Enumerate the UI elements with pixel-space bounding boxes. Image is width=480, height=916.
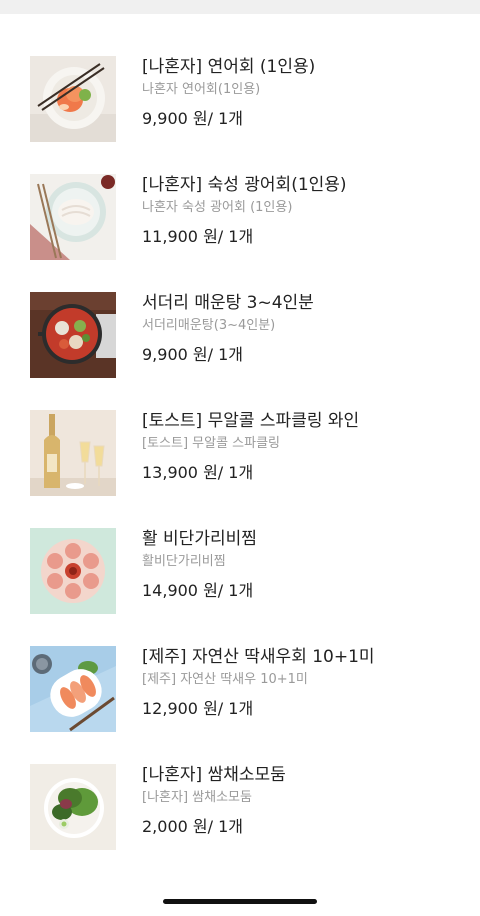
lettuce-wrap-thumbnail xyxy=(30,764,116,850)
item-name: [나혼자] 연어회 (1인용) xyxy=(142,57,316,77)
item-quantity: / 1개 xyxy=(217,581,254,600)
item-price-row: 9,900 원/ 1개 xyxy=(142,344,462,366)
item-quantity: / 1개 xyxy=(217,227,254,246)
spicy-fish-stew-image xyxy=(30,292,116,378)
item-name: [제주] 자연산 딱새우회 10+1미 xyxy=(142,647,375,667)
list-item[interactable]: [나혼자] 숙성 광어회(1인용) 나혼자 숙성 광어회 (1인용) 11,90… xyxy=(30,174,470,260)
item-price: 11,900 원 xyxy=(142,227,218,246)
item-info: [나혼자] 쌈채소모둠 [나혼자] 쌈채소모둠 2,000 원/ 1개 xyxy=(142,764,462,838)
salmon-sashimi-image xyxy=(30,56,116,142)
shrimp-sashimi-image xyxy=(30,646,116,732)
item-info: 서더리 매운탕 3~4인분 서더리매운탕(3~4인분) 9,900 원/ 1개 xyxy=(142,292,462,366)
item-price-row: 13,900 원/ 1개 xyxy=(142,462,462,484)
sparkling-wine-thumbnail xyxy=(30,410,116,496)
item-price: 9,900 원 xyxy=(142,345,208,364)
item-quantity: / 1개 xyxy=(217,699,254,718)
item-price: 14,900 원 xyxy=(142,581,218,600)
item-price-row: 2,000 원/ 1개 xyxy=(142,816,462,838)
item-price: 2,000 원 xyxy=(142,817,208,836)
item-quantity: / 1개 xyxy=(217,463,254,482)
list-item[interactable]: 서더리 매운탕 3~4인분 서더리매운탕(3~4인분) 9,900 원/ 1개 xyxy=(30,292,470,378)
item-price-row: 12,900 원/ 1개 xyxy=(142,698,462,720)
item-info: [토스트] 무알콜 스파클링 와인 [토스트] 무알콜 스파클링 13,900 … xyxy=(142,410,462,484)
item-name: 서더리 매운탕 3~4인분 xyxy=(142,293,314,313)
home-indicator[interactable] xyxy=(163,899,317,904)
item-subtitle: 활비단가리비찜 xyxy=(142,554,226,569)
top-bar xyxy=(0,0,480,14)
item-subtitle: 서더리매운탕(3~4인분) xyxy=(142,318,276,333)
item-name: [나혼자] 숙성 광어회(1인용) xyxy=(142,175,347,195)
item-info: [나혼자] 숙성 광어회(1인용) 나혼자 숙성 광어회 (1인용) 11,90… xyxy=(142,174,462,248)
item-name: 활 비단가리비찜 xyxy=(142,529,257,549)
sparkling-wine-image xyxy=(30,410,116,496)
item-quantity: / 1개 xyxy=(207,109,244,128)
list-item[interactable]: [나혼자] 연어회 (1인용) 나혼자 연어회(1인용) 9,900 원/ 1개 xyxy=(30,56,470,142)
item-subtitle: 나혼자 연어회(1인용) xyxy=(142,82,261,97)
item-price-row: 14,900 원/ 1개 xyxy=(142,580,462,602)
item-quantity: / 1개 xyxy=(207,817,244,836)
salmon-sashimi-thumbnail xyxy=(30,56,116,142)
item-price: 13,900 원 xyxy=(142,463,218,482)
item-price-row: 9,900 원/ 1개 xyxy=(142,108,462,130)
item-subtitle: 나혼자 숙성 광어회 (1인용) xyxy=(142,200,293,215)
item-name: [토스트] 무알콜 스파클링 와인 xyxy=(142,411,360,431)
list-item[interactable]: [제주] 자연산 딱새우회 10+1미 [제주] 자연산 딱새우 10+1미 1… xyxy=(30,646,470,732)
shrimp-sashimi-thumbnail xyxy=(30,646,116,732)
list-item[interactable]: [나혼자] 쌈채소모둠 [나혼자] 쌈채소모둠 2,000 원/ 1개 xyxy=(30,764,470,850)
item-subtitle: [나혼자] 쌈채소모둠 xyxy=(142,790,252,805)
item-price: 9,900 원 xyxy=(142,109,208,128)
flatfish-sashimi-image xyxy=(30,174,116,260)
item-subtitle: [제주] 자연산 딱새우 10+1미 xyxy=(142,672,308,687)
item-quantity: / 1개 xyxy=(207,345,244,364)
item-name: [나혼자] 쌈채소모둠 xyxy=(142,765,286,785)
item-info: [나혼자] 연어회 (1인용) 나혼자 연어회(1인용) 9,900 원/ 1개 xyxy=(142,56,462,130)
item-info: 활 비단가리비찜 활비단가리비찜 14,900 원/ 1개 xyxy=(142,528,462,602)
lettuce-wrap-image xyxy=(30,764,116,850)
list-item[interactable]: 활 비단가리비찜 활비단가리비찜 14,900 원/ 1개 xyxy=(30,528,470,614)
item-subtitle: [토스트] 무알콜 스파클링 xyxy=(142,436,281,451)
steamed-scallop-image xyxy=(30,528,116,614)
item-price: 12,900 원 xyxy=(142,699,218,718)
spicy-fish-stew-thumbnail xyxy=(30,292,116,378)
item-price-row: 11,900 원/ 1개 xyxy=(142,226,462,248)
flatfish-sashimi-thumbnail xyxy=(30,174,116,260)
list-item[interactable]: [토스트] 무알콜 스파클링 와인 [토스트] 무알콜 스파클링 13,900 … xyxy=(30,410,470,496)
item-info: [제주] 자연산 딱새우회 10+1미 [제주] 자연산 딱새우 10+1미 1… xyxy=(142,646,462,720)
steamed-scallop-thumbnail xyxy=(30,528,116,614)
